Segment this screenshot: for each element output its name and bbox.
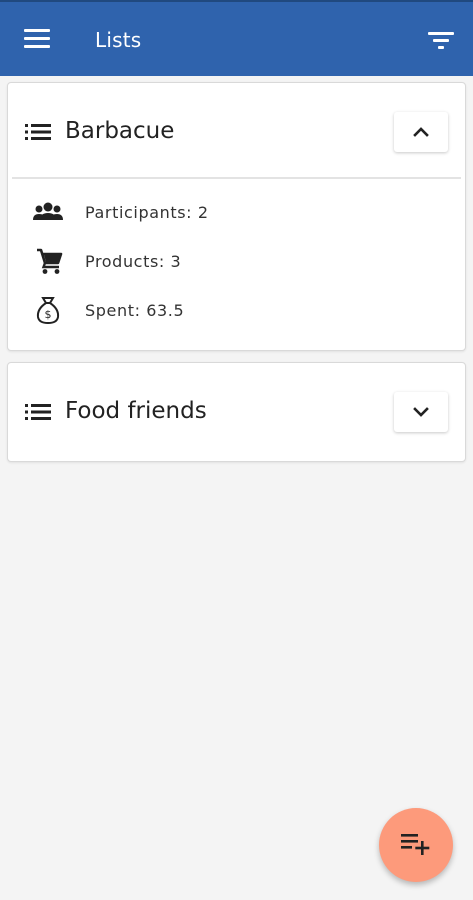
money-bag-icon: $	[31, 296, 65, 324]
list-icon	[25, 403, 51, 421]
expand-button[interactable]	[394, 392, 448, 432]
filter-icon[interactable]	[428, 32, 454, 50]
stat-participants: Participants: 2	[8, 196, 465, 228]
stat-spent: $ Spent: 63.5	[8, 294, 465, 326]
chevron-up-icon	[413, 127, 429, 137]
page-title: Lists	[95, 28, 142, 52]
stat-products: Products: 3	[8, 245, 465, 277]
app-screen: Lists Barbacue Participants: 2 Products:…	[0, 0, 473, 900]
stat-label: Spent: 63.5	[85, 301, 185, 320]
list-title: Barbacue	[65, 118, 175, 144]
list-icon	[25, 123, 51, 141]
list-title: Food friends	[65, 398, 207, 424]
list-card-food-friends: Food friends	[7, 362, 466, 462]
add-list-button[interactable]	[379, 808, 453, 882]
top-app-bar: Lists	[0, 0, 473, 76]
chevron-down-icon	[413, 407, 429, 417]
svg-text:$: $	[45, 308, 52, 321]
stat-label: Products: 3	[85, 252, 182, 271]
participants-icon	[31, 198, 65, 226]
list-card-barbacue: Barbacue Participants: 2 Products: 3 $ S…	[7, 82, 466, 351]
divider	[12, 177, 461, 179]
stat-label: Participants: 2	[85, 203, 209, 222]
list-card-header[interactable]: Barbacue	[8, 83, 465, 179]
collapse-button[interactable]	[394, 112, 448, 152]
playlist-add-icon	[401, 834, 430, 855]
menu-icon[interactable]	[24, 29, 50, 49]
list-card-header[interactable]: Food friends	[8, 363, 465, 461]
cart-icon	[31, 247, 65, 275]
